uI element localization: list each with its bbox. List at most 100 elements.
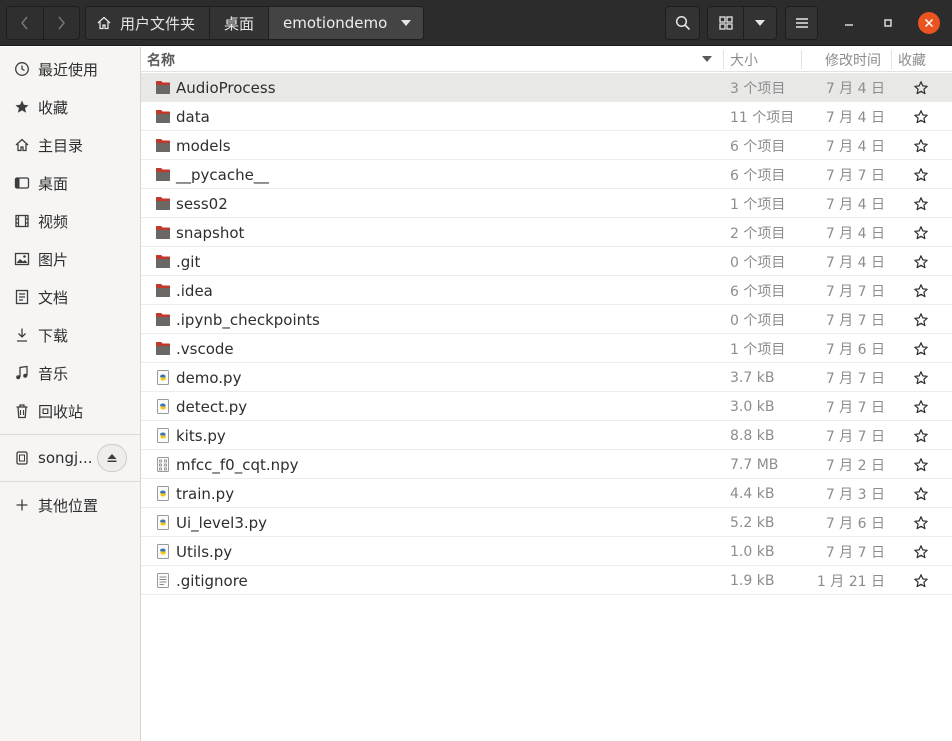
file-row[interactable]: .gitignore 1.9 kB 1 月 21 日 <box>141 566 952 595</box>
python-file-icon <box>155 486 171 501</box>
file-row[interactable]: .idea 6 个项目 7 月 7 日 <box>141 276 952 305</box>
sidebar-item-documents[interactable]: 文档 <box>0 278 140 316</box>
eject-icon <box>107 454 117 462</box>
file-row[interactable]: .vscode 1 个项目 7 月 6 日 <box>141 334 952 363</box>
document-icon <box>14 289 30 305</box>
file-size: 3.7 kB <box>730 369 775 386</box>
file-modified: 7 月 7 日 <box>825 544 885 561</box>
breadcrumb-home[interactable]: 用户文件夹 <box>86 7 210 39</box>
maximize-button[interactable] <box>877 12 899 34</box>
grid-view-button[interactable] <box>708 7 744 39</box>
file-row[interactable]: detect.py 3.0 kB 7 月 7 日 <box>141 392 952 421</box>
file-row[interactable]: Ui_level3.py 5.2 kB 7 月 6 日 <box>141 508 952 537</box>
search-button[interactable] <box>665 6 700 40</box>
grid-icon <box>719 16 733 30</box>
sidebar-item-starred[interactable]: 收藏 <box>0 88 140 126</box>
sidebar-item-home[interactable]: 主目录 <box>0 126 140 164</box>
file-name: .git <box>176 252 201 271</box>
sidebar-item-pictures[interactable]: 图片 <box>0 240 140 278</box>
star-toggle-icon[interactable] <box>913 544 929 560</box>
sidebar-item-label: 主目录 <box>38 136 84 155</box>
folder-icon <box>155 312 171 327</box>
sidebar-item-device[interactable]: songj... <box>0 439 140 477</box>
sidebar-item-other-locations[interactable]: 其他位置 <box>0 486 140 524</box>
image-icon <box>14 251 30 267</box>
file-row[interactable]: sess02 1 个项目 7 月 4 日 <box>141 189 952 218</box>
file-row[interactable]: .ipynb_checkpoints 0 个项目 7 月 7 日 <box>141 305 952 334</box>
star-toggle-icon[interactable] <box>913 80 929 96</box>
file-row[interactable]: train.py 4.4 kB 7 月 3 日 <box>141 479 952 508</box>
home-icon <box>14 137 30 153</box>
file-row[interactable]: snapshot 2 个项目 7 月 4 日 <box>141 218 952 247</box>
column-divider <box>891 50 892 69</box>
file-modified: 7 月 4 日 <box>825 254 885 271</box>
star-toggle-icon[interactable] <box>913 312 929 328</box>
sidebar-separator <box>0 481 140 482</box>
star-toggle-icon[interactable] <box>913 254 929 270</box>
maximize-icon <box>884 19 892 27</box>
star-toggle-icon[interactable] <box>913 486 929 502</box>
column-modified-header[interactable]: 修改时间 <box>825 47 881 72</box>
star-toggle-icon[interactable] <box>913 370 929 386</box>
sidebar-item-videos[interactable]: 视频 <box>0 202 140 240</box>
menu-button[interactable] <box>785 6 818 40</box>
star-toggle-icon[interactable] <box>913 109 929 125</box>
file-name: train.py <box>176 484 235 503</box>
folder-icon <box>155 341 171 356</box>
file-row[interactable]: mfcc_f0_cqt.npy 7.7 MB 7 月 2 日 <box>141 450 952 479</box>
star-toggle-icon[interactable] <box>913 283 929 299</box>
file-modified: 7 月 7 日 <box>825 167 885 184</box>
star-toggle-icon[interactable] <box>913 428 929 444</box>
file-row[interactable]: demo.py 3.7 kB 7 月 7 日 <box>141 363 952 392</box>
chevron-right-icon <box>58 16 66 30</box>
sidebar-item-trash[interactable]: 回收站 <box>0 392 140 430</box>
file-row[interactable]: kits.py 8.8 kB 7 月 7 日 <box>141 421 952 450</box>
breadcrumb-desktop[interactable]: 桌面 <box>209 7 269 39</box>
file-name: sess02 <box>176 194 228 213</box>
file-name: data <box>176 107 210 126</box>
text-file-icon <box>155 573 171 588</box>
file-size: 6 个项目 <box>730 167 786 184</box>
sidebar-item-desktop[interactable]: 桌面 <box>0 164 140 202</box>
sidebar-item-recent[interactable]: 最近使用 <box>0 50 140 88</box>
star-toggle-icon[interactable] <box>913 515 929 531</box>
file-row[interactable]: models 6 个项目 7 月 4 日 <box>141 131 952 160</box>
star-toggle-icon[interactable] <box>913 573 929 589</box>
sidebar-item-music[interactable]: 音乐 <box>0 354 140 392</box>
file-row[interactable]: __pycache__ 6 个项目 7 月 7 日 <box>141 160 952 189</box>
folder-icon <box>155 80 171 95</box>
file-row[interactable]: data 11 个项目 7 月 4 日 <box>141 102 952 131</box>
back-button[interactable] <box>7 7 43 39</box>
star-toggle-icon[interactable] <box>913 196 929 212</box>
column-name-header[interactable]: 名称 <box>147 47 175 72</box>
star-toggle-icon[interactable] <box>913 457 929 473</box>
close-button[interactable] <box>918 12 940 34</box>
star-toggle-icon[interactable] <box>913 341 929 357</box>
minimize-button[interactable] <box>838 12 860 34</box>
eject-button[interactable] <box>97 444 127 472</box>
column-size-header[interactable]: 大小 <box>730 47 758 72</box>
file-modified: 7 月 4 日 <box>825 225 885 242</box>
star-toggle-icon[interactable] <box>913 138 929 154</box>
forward-button[interactable] <box>42 7 79 39</box>
file-row[interactable]: AudioProcess 3 个项目 7 月 4 日 <box>141 73 952 102</box>
view-options-button[interactable] <box>743 7 776 39</box>
breadcrumb-current[interactable]: emotiondemo <box>268 7 424 39</box>
breadcrumb-desktop-label: 桌面 <box>224 14 255 33</box>
file-name: Ui_level3.py <box>176 513 268 532</box>
search-icon <box>675 15 690 31</box>
clock-icon <box>14 61 30 77</box>
sidebar-item-downloads[interactable]: 下载 <box>0 316 140 354</box>
file-size: 3 个项目 <box>730 80 786 97</box>
star-toggle-icon[interactable] <box>913 399 929 415</box>
close-icon <box>924 18 934 28</box>
python-file-icon <box>155 370 171 385</box>
file-row[interactable]: Utils.py 1.0 kB 7 月 7 日 <box>141 537 952 566</box>
star-toggle-icon[interactable] <box>913 225 929 241</box>
file-row[interactable]: .git 0 个项目 7 月 4 日 <box>141 247 952 276</box>
column-starred-header[interactable]: 收藏 <box>898 47 926 72</box>
breadcrumb-current-label: emotiondemo <box>283 14 388 32</box>
sidebar-item-label: 文档 <box>38 288 69 307</box>
star-toggle-icon[interactable] <box>913 167 929 183</box>
column-header: 名称 大小 修改时间 收藏 <box>141 47 952 72</box>
